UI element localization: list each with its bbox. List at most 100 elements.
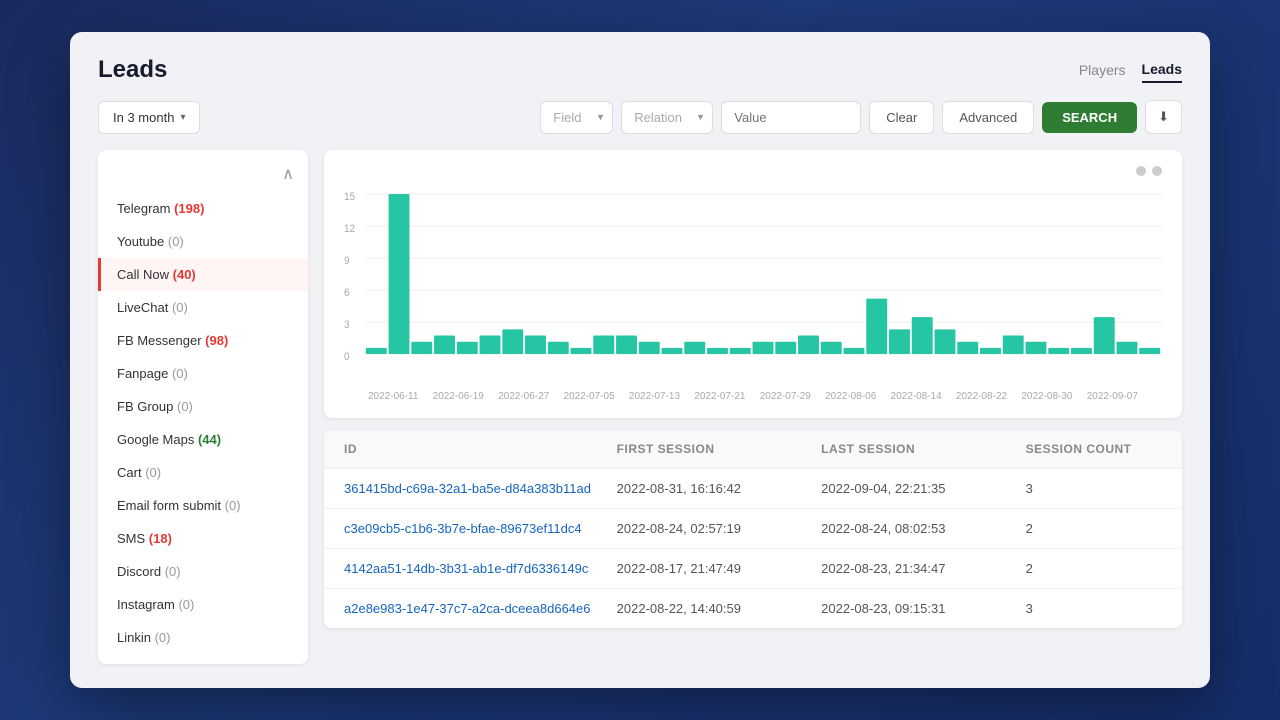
count-badge: (40) [173, 267, 196, 282]
svg-text:0: 0 [344, 351, 350, 364]
row-last-session: 2022-08-24, 08:02:53 [821, 521, 1026, 536]
table-row: 4142aa51-14db-3b31-ab1e-df7d6336149c 202… [324, 549, 1182, 589]
sidebar-item[interactable]: Fanpage (0) [98, 357, 308, 390]
download-icon: ⬇ [1158, 109, 1169, 124]
relation-select[interactable]: Relation [621, 101, 713, 134]
sidebar-item[interactable]: SMS (18) [98, 522, 308, 555]
count-badge: (0) [177, 399, 193, 414]
right-panel: 15 12 9 6 3 0 2022-06-11 2 [324, 150, 1182, 664]
sidebar-item-label: Instagram [117, 597, 175, 612]
app-window: Leads Players Leads In 3 month ▾ Field R… [70, 32, 1210, 688]
sidebar-item[interactable]: Call Now (40) [98, 258, 308, 291]
chart-controls [344, 166, 1162, 176]
sidebar-item[interactable]: Cart (0) [98, 456, 308, 489]
header: Leads Players Leads [98, 56, 1182, 84]
collapse-icon: ∧ [282, 166, 294, 183]
count-badge: (0) [145, 465, 161, 480]
sidebar-item[interactable]: Google Maps (44) [98, 423, 308, 456]
row-session-count: 2 [1026, 561, 1162, 576]
main-content: ∧ Telegram (198)Youtube (0)Call Now (40)… [98, 150, 1182, 664]
tab-leads[interactable]: Leads [1142, 57, 1182, 83]
row-first-session: 2022-08-24, 02:57:19 [617, 521, 822, 536]
value-input[interactable] [721, 101, 861, 134]
row-last-session: 2022-09-04, 22:21:35 [821, 481, 1026, 496]
page-title: Leads [98, 56, 167, 84]
row-id[interactable]: c3e09cb5-c1b6-3b7e-bfae-89673ef11dc4 [344, 521, 617, 536]
sidebar-item[interactable]: Discord (0) [98, 555, 308, 588]
clear-button[interactable]: Clear [869, 101, 934, 134]
chart-dot-1 [1136, 166, 1146, 176]
nav-tabs: Players Leads [1079, 57, 1182, 83]
row-first-session: 2022-08-17, 21:47:49 [617, 561, 822, 576]
sidebar-item-label: Telegram [117, 201, 170, 216]
row-session-count: 3 [1026, 481, 1162, 496]
relation-select-wrapper: Relation [621, 101, 713, 134]
field-select[interactable]: Field [540, 101, 613, 134]
sidebar-item[interactable]: Linkin (0) [98, 621, 308, 654]
count-badge: (0) [178, 597, 194, 612]
count-badge: (0) [225, 498, 241, 513]
sidebar-items-container: Telegram (198)Youtube (0)Call Now (40)Li… [98, 192, 308, 654]
chart-panel: 15 12 9 6 3 0 2022-06-11 2 [324, 150, 1182, 418]
sidebar-item-label: SMS [117, 531, 145, 546]
period-label: In 3 month [113, 110, 174, 125]
row-id[interactable]: a2e8e983-1e47-37c7-a2ca-dceea8d664e6 [344, 601, 617, 616]
col-last-session: LAST SESSION [821, 442, 1026, 456]
table-rows-container: 361415bd-c69a-32a1-ba5e-d84a383b11ad 202… [324, 469, 1182, 628]
sidebar-item-label: Fanpage [117, 366, 168, 381]
row-session-count: 2 [1026, 521, 1162, 536]
table-header: ID FIRST SESSION LAST SESSION SESSION CO… [324, 430, 1182, 469]
col-id: ID [344, 442, 617, 456]
count-badge: (0) [168, 234, 184, 249]
sidebar-item-label: FB Group [117, 399, 173, 414]
count-badge: (0) [172, 366, 188, 381]
sidebar-item-label: Linkin [117, 630, 151, 645]
col-session-count: SESSION COUNT [1026, 442, 1162, 456]
col-first-session: FIRST SESSION [617, 442, 822, 456]
table-row: c3e09cb5-c1b6-3b7e-bfae-89673ef11dc4 202… [324, 509, 1182, 549]
sidebar-item-label: Email form submit [117, 498, 221, 513]
toolbar: In 3 month ▾ Field Relation Clear Advanc… [98, 100, 1182, 134]
sidebar-item[interactable]: LiveChat (0) [98, 291, 308, 324]
sidebar-item-label: Cart [117, 465, 142, 480]
sidebar-item-label: FB Messenger [117, 333, 202, 348]
download-button[interactable]: ⬇ [1145, 100, 1182, 134]
tab-players[interactable]: Players [1079, 58, 1126, 82]
collapse-button[interactable]: ∧ [98, 160, 308, 192]
row-last-session: 2022-08-23, 21:34:47 [821, 561, 1026, 576]
sidebar-item-label: Youtube [117, 234, 164, 249]
table-panel: ID FIRST SESSION LAST SESSION SESSION CO… [324, 430, 1182, 628]
chevron-down-icon: ▾ [180, 112, 185, 123]
sidebar-item[interactable]: Email form submit (0) [98, 489, 308, 522]
count-badge: (198) [174, 201, 204, 216]
svg-text:6: 6 [344, 287, 350, 300]
sidebar-item[interactable]: Instagram (0) [98, 588, 308, 621]
svg-text:15: 15 [344, 191, 355, 204]
chart-x-labels: 2022-06-11 2022-06-19 2022-06-27 2022-07… [344, 391, 1162, 402]
row-first-session: 2022-08-31, 16:16:42 [617, 481, 822, 496]
advanced-button[interactable]: Advanced [942, 101, 1034, 134]
leads-chart: 15 12 9 6 3 0 [344, 184, 1162, 384]
row-last-session: 2022-08-23, 09:15:31 [821, 601, 1026, 616]
sidebar-item[interactable]: Youtube (0) [98, 225, 308, 258]
row-first-session: 2022-08-22, 14:40:59 [617, 601, 822, 616]
count-badge: (18) [149, 531, 172, 546]
row-session-count: 3 [1026, 601, 1162, 616]
sidebar-item[interactable]: Telegram (198) [98, 192, 308, 225]
row-id[interactable]: 361415bd-c69a-32a1-ba5e-d84a383b11ad [344, 481, 617, 496]
count-badge: (0) [155, 630, 171, 645]
sidebar-item-label: Discord [117, 564, 161, 579]
table-row: 361415bd-c69a-32a1-ba5e-d84a383b11ad 202… [324, 469, 1182, 509]
row-id[interactable]: 4142aa51-14db-3b31-ab1e-df7d6336149c [344, 561, 617, 576]
period-button[interactable]: In 3 month ▾ [98, 101, 200, 134]
sidebar-item[interactable]: FB Messenger (98) [98, 324, 308, 357]
filter-group: Field Relation Clear Advanced SEARCH ⬇ [540, 100, 1182, 134]
sidebar-item-label: Google Maps [117, 432, 194, 447]
sidebar-item[interactable]: FB Group (0) [98, 390, 308, 423]
sidebar-item-label: LiveChat [117, 300, 168, 315]
field-select-wrapper: Field [540, 101, 613, 134]
sidebar: ∧ Telegram (198)Youtube (0)Call Now (40)… [98, 150, 308, 664]
count-badge: (44) [198, 432, 221, 447]
count-badge: (0) [172, 300, 188, 315]
search-button[interactable]: SEARCH [1042, 102, 1137, 133]
